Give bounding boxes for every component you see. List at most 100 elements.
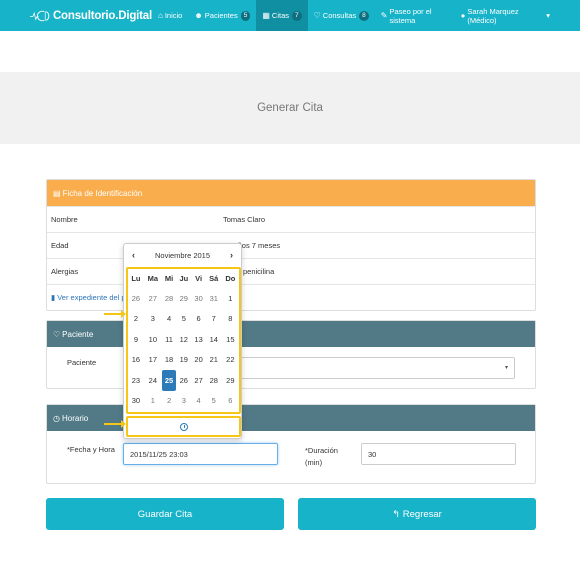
datepicker-day[interactable]: 28 xyxy=(206,370,222,391)
datepicker-day[interactable]: 9 xyxy=(128,329,144,350)
datepicker-day[interactable]: 15 xyxy=(222,329,239,350)
datepicker-day[interactable]: 4 xyxy=(191,391,205,412)
user-menu[interactable]: ● Sarah Marquez (Médico) ▾ xyxy=(461,0,550,31)
brand-name: Consultorio.Digital xyxy=(52,9,152,22)
fecha-hora-input[interactable]: 2015/11/25 23:03 xyxy=(123,443,278,465)
brand-logo[interactable]: Consultorio.Digital xyxy=(0,0,152,31)
weekday-label: Mi xyxy=(164,274,174,283)
title-band: Generar Cita xyxy=(0,72,580,144)
ident-value: 30 años 7 meses xyxy=(223,241,281,250)
weekday-label: Ju xyxy=(179,274,189,283)
datepicker-header: ‹ Noviembre 2015 › xyxy=(124,244,241,266)
datepicker-day[interactable]: 2 xyxy=(128,309,144,330)
datepicker-day[interactable]: 28 xyxy=(162,288,176,309)
datepicker-day[interactable]: 10 xyxy=(144,329,162,350)
chevron-left-icon[interactable]: ‹ xyxy=(132,250,135,260)
nav-consultas-label: Consultas xyxy=(322,11,357,20)
nav-paseo[interactable]: ✎ Paseo por el sistema xyxy=(375,0,461,31)
datepicker-day[interactable]: 14 xyxy=(206,329,222,350)
datepicker-day[interactable]: 24 xyxy=(144,370,162,391)
datepicker-day[interactable]: 6 xyxy=(222,391,239,412)
datepicker-day[interactable]: 8 xyxy=(222,309,239,330)
wand-icon: ✎ xyxy=(380,11,388,20)
datepicker-day[interactable]: 30 xyxy=(128,391,144,412)
nav-pacientes-label: Pacientes xyxy=(204,11,238,20)
datepicker-day[interactable]: 18 xyxy=(162,350,176,371)
datepicker-day[interactable]: 13 xyxy=(191,329,205,350)
home-icon: ⌂ xyxy=(158,11,163,20)
datepicker-day[interactable]: 1 xyxy=(144,391,162,412)
datepicker-day[interactable]: 27 xyxy=(144,288,162,309)
duracion-label-text: Duración xyxy=(307,446,338,455)
weekday-label: Sá xyxy=(209,274,219,283)
paciente-panel: ♡ Paciente Paciente ▾ xyxy=(46,320,536,389)
duracion-unit: (min) xyxy=(305,458,323,467)
datepicker-day[interactable]: 11 xyxy=(162,329,176,350)
datepicker-day[interactable]: 16 xyxy=(128,350,144,371)
datepicker-day[interactable]: 29 xyxy=(176,288,191,309)
stethoscope-icon: ♡ xyxy=(53,329,61,339)
save-button-label: Guardar Cita xyxy=(137,508,193,520)
datepicker-day[interactable]: 25 xyxy=(161,370,177,391)
nav-citas[interactable]: ▦ Citas 7 xyxy=(256,0,308,31)
duracion-label: *Duración (min) xyxy=(305,445,338,469)
datepicker-day[interactable]: 4 xyxy=(162,309,176,330)
back-button-label: Regresar xyxy=(402,508,442,520)
datepicker-day[interactable]: 23 xyxy=(128,370,144,391)
weekday-label: Ma xyxy=(147,274,159,283)
id-card-icon: ▤ xyxy=(53,188,61,198)
datepicker-day[interactable]: 3 xyxy=(144,309,162,330)
pointer-arrow xyxy=(104,310,126,318)
horario-panel: ◷ Horario *Fecha y Hora 2015/11/25 23:03… xyxy=(46,404,536,484)
datepicker-day[interactable]: 21 xyxy=(206,350,222,371)
weekday-label: Lu xyxy=(131,274,141,283)
datepicker-day[interactable]: 17 xyxy=(144,350,162,371)
ident-heading: ▤ Ficha de Identificación xyxy=(47,180,535,206)
datepicker-day[interactable]: 30 xyxy=(191,288,205,309)
datepicker-day[interactable]: 1 xyxy=(222,288,239,309)
datepicker-day[interactable]: 31 xyxy=(206,288,222,309)
datepicker-popup: ‹ Noviembre 2015 › Lu Ma Mi Ju Vi Sá Do … xyxy=(123,243,242,439)
datepicker-day[interactable]: 5 xyxy=(176,309,191,330)
datepicker-day[interactable]: 19 xyxy=(176,350,191,371)
view-record-link[interactable]: ▮ Ver expediente del paci xyxy=(47,284,535,310)
paciente-row: Paciente xyxy=(67,358,96,367)
datepicker-month[interactable]: Noviembre 2015 xyxy=(155,251,210,260)
nav-citas-badge: 7 xyxy=(292,10,302,21)
nav-consultas-badge: 8 xyxy=(359,10,369,21)
weekday-label: Vi xyxy=(195,274,203,283)
fecha-label: *Fecha y Hora xyxy=(67,445,115,454)
nav-inicio-label: Inicio xyxy=(164,11,183,20)
datepicker-day[interactable]: 26 xyxy=(128,288,144,309)
duracion-input[interactable]: 30 xyxy=(361,443,516,465)
datepicker-day[interactable]: 6 xyxy=(191,309,205,330)
duracion-value: 30 xyxy=(368,449,377,459)
chevron-right-icon[interactable]: › xyxy=(230,250,233,260)
datepicker-day[interactable]: 2 xyxy=(162,391,176,412)
datepicker-day[interactable]: 12 xyxy=(176,329,191,350)
paciente-label: Paciente xyxy=(67,358,97,367)
fecha-hora-value: 2015/11/25 23:03 xyxy=(130,449,188,459)
datepicker-day[interactable]: 27 xyxy=(191,370,205,391)
datepicker-day[interactable]: 7 xyxy=(206,309,222,330)
datepicker-day[interactable]: 20 xyxy=(191,350,205,371)
save-button[interactable]: Guardar Cita xyxy=(46,498,284,530)
datepicker-day[interactable]: 29 xyxy=(222,370,239,391)
ident-row-alergias: Alergias penicilina xyxy=(47,258,535,284)
users-icon: ☻ xyxy=(194,11,203,20)
ident-label: Nombre xyxy=(51,215,78,224)
datepicker-day[interactable]: 3 xyxy=(176,391,191,412)
ident-row-nombre: Nombre Tomas Claro xyxy=(47,206,535,232)
clock-icon xyxy=(179,422,188,431)
fecha-label-text: Fecha y Hora xyxy=(69,445,115,454)
datepicker-time-toggle[interactable] xyxy=(126,416,241,437)
back-button[interactable]: ↰ Regresar xyxy=(298,498,536,530)
nav-pacientes[interactable]: ☻ Pacientes 5 xyxy=(188,0,256,31)
nav-consultas[interactable]: ♡ Consultas 8 xyxy=(308,0,375,31)
datepicker-day[interactable]: 26 xyxy=(176,370,191,391)
datepicker-day[interactable]: 22 xyxy=(222,350,239,371)
datepicker-day[interactable]: 5 xyxy=(206,391,222,412)
nav-inicio[interactable]: ⌂ Inicio xyxy=(152,0,188,31)
ident-row-edad: Edad 30 años 7 meses xyxy=(47,232,535,258)
datepicker-days: Lu Ma Mi Ju Vi Sá Do 26 27 28 29 30 31 1 2 3 4 5 6 7… xyxy=(128,269,239,411)
